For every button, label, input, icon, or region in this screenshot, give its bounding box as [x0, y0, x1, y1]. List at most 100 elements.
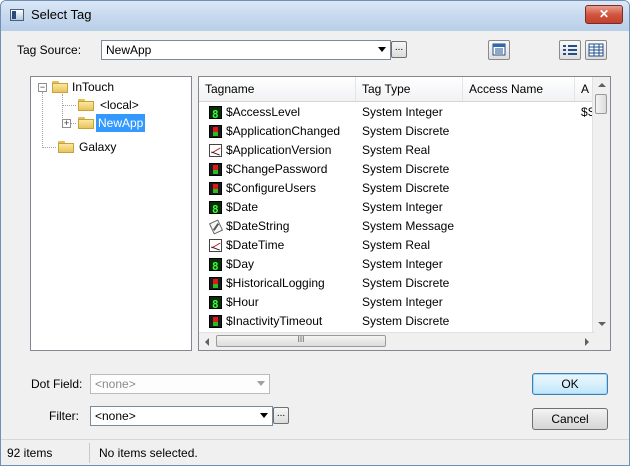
table-row[interactable]: $Hour System Integer: [199, 293, 596, 314]
discrete-tag-icon: [209, 163, 222, 176]
scroll-left-icon[interactable]: [205, 338, 209, 346]
chevron-down-icon: [260, 413, 268, 418]
status-selection: No items selected.: [99, 446, 198, 460]
tag-type-cell: System Discrete: [362, 181, 450, 195]
folder-icon: [78, 99, 94, 111]
tag-type-cell: System Real: [362, 143, 431, 157]
list-header: Tagname Tag Type Access Name A: [199, 77, 596, 102]
tag-source-value: NewApp: [106, 43, 152, 57]
filter-value: <none>: [95, 409, 136, 423]
table-row[interactable]: $DateTime System Real: [199, 236, 596, 255]
status-item-count: 92 items: [7, 446, 53, 460]
tag-source-label: Tag Source:: [17, 43, 82, 57]
cancel-button[interactable]: Cancel: [532, 408, 608, 430]
tag-source-browse-button[interactable]: ...: [391, 41, 407, 58]
horizontal-scrollbar[interactable]: III: [199, 332, 595, 350]
scroll-up-icon[interactable]: [598, 83, 606, 87]
collapse-intouch-icon[interactable]: −: [38, 83, 47, 92]
tagname-cell: $Day: [226, 257, 255, 271]
status-bar: 92 items No items selected.: [1, 439, 629, 465]
filter-label: Filter:: [49, 409, 79, 423]
tagname-cell: $Hour: [226, 295, 259, 309]
close-button[interactable]: ✕: [585, 5, 623, 24]
discrete-tag-icon: [209, 277, 222, 290]
column-header-access-name[interactable]: Access Name: [463, 77, 575, 101]
discrete-tag-icon: [209, 315, 222, 328]
table-row[interactable]: $ConfigureUsers System Discrete: [199, 179, 596, 198]
tree-node-label: InTouch: [72, 80, 115, 94]
ok-button[interactable]: OK: [532, 373, 608, 395]
filter-browse-button[interactable]: ...: [273, 407, 289, 424]
discrete-tag-icon: [209, 182, 222, 195]
tagname-cell: $AccessLevel: [226, 105, 301, 119]
status-separator: [89, 443, 90, 463]
tree-connector: [42, 147, 56, 148]
tag-type-cell: System Discrete: [362, 124, 450, 138]
tag-browser-view-button[interactable]: [488, 40, 510, 60]
details-view-icon: [588, 43, 604, 57]
list-view-button[interactable]: [559, 40, 581, 60]
table-row[interactable]: $ApplicationChanged System Discrete: [199, 122, 596, 141]
column-header-tagname[interactable]: Tagname: [199, 77, 356, 101]
tag-type-cell: System Integer: [362, 257, 443, 271]
tag-type-cell: System Integer: [362, 295, 443, 309]
tagname-cell: $ConfigureUsers: [226, 181, 317, 195]
table-row[interactable]: $ChangePassword System Discrete: [199, 160, 596, 179]
tagname-cell: $HistoricalLogging: [226, 276, 325, 290]
tree-connector: [62, 105, 76, 106]
table-row[interactable]: $Date System Integer: [199, 198, 596, 219]
column-header-tag-type[interactable]: Tag Type: [356, 77, 463, 101]
folder-icon: [78, 117, 94, 129]
folder-icon: [58, 141, 74, 153]
scroll-down-icon[interactable]: [598, 322, 606, 326]
scroll-right-icon[interactable]: [585, 338, 589, 346]
tag-type-cell: System Discrete: [362, 276, 450, 290]
tree-node-label: NewApp: [96, 114, 146, 132]
real-tag-icon: [209, 239, 222, 252]
tree-connector: [42, 92, 43, 148]
select-tag-dialog: Select Tag ✕ Tag Source: NewApp ... − In…: [0, 0, 630, 466]
scroll-thumb[interactable]: [595, 94, 607, 114]
tag-source-tree[interactable]: − InTouch <local> + NewApp Galaxy: [30, 76, 192, 351]
scroll-thumb-horizontal[interactable]: III: [216, 335, 386, 347]
tag-type-cell: System Integer: [362, 200, 443, 214]
window-title: Select Tag: [31, 7, 92, 22]
integer-tag-icon: [209, 295, 222, 314]
tagname-cell: $InactivityTimeout: [226, 314, 323, 328]
tree-node-label: <local>: [100, 98, 139, 112]
details-view-button[interactable]: [585, 40, 607, 60]
list-view-icon: [563, 45, 577, 55]
chevron-down-icon: [257, 381, 265, 386]
dot-field-label: Dot Field:: [31, 377, 83, 391]
tagname-cell: $DateTime: [226, 238, 285, 252]
vertical-scrollbar[interactable]: [592, 77, 610, 333]
tree-connector: [62, 94, 63, 122]
tree-node-label: Galaxy: [79, 140, 117, 154]
folder-icon: [52, 81, 68, 93]
tagname-cell: $ApplicationVersion: [226, 143, 332, 157]
real-tag-icon: [209, 144, 222, 157]
tagname-cell: $Date: [226, 200, 259, 214]
tag-list[interactable]: Tagname Tag Type Access Name A $AccessLe…: [198, 76, 611, 351]
table-row[interactable]: $DateString System Message: [199, 217, 596, 236]
title-bar[interactable]: Select Tag ✕: [1, 1, 629, 31]
tagname-cell: $DateString: [226, 219, 290, 233]
scrollbar-corner: [593, 333, 610, 350]
table-row[interactable]: $AccessLevelSystem Integer$S: [199, 103, 596, 124]
table-row[interactable]: $InactivityTimeout System Discrete: [199, 312, 596, 331]
integer-tag-icon: [209, 200, 222, 219]
window-grid-icon: [492, 43, 506, 56]
filter-combo[interactable]: <none>: [90, 406, 273, 426]
chevron-down-icon: [378, 47, 386, 52]
table-row[interactable]: $ApplicationVersion System Real: [199, 141, 596, 160]
message-tag-icon: [209, 220, 222, 233]
tag-type-cell: System Integer: [362, 105, 443, 119]
expand-newapp-icon[interactable]: +: [62, 119, 71, 128]
window-icon: [10, 9, 24, 21]
table-row[interactable]: $HistoricalLogging System Discrete: [199, 274, 596, 293]
table-row[interactable]: $Day System Integer: [199, 255, 596, 276]
tag-source-combo[interactable]: NewApp: [101, 40, 391, 60]
tag-type-cell: System Discrete: [362, 314, 450, 328]
integer-tag-icon: [209, 105, 222, 124]
tagname-cell: $ChangePassword: [226, 162, 328, 176]
